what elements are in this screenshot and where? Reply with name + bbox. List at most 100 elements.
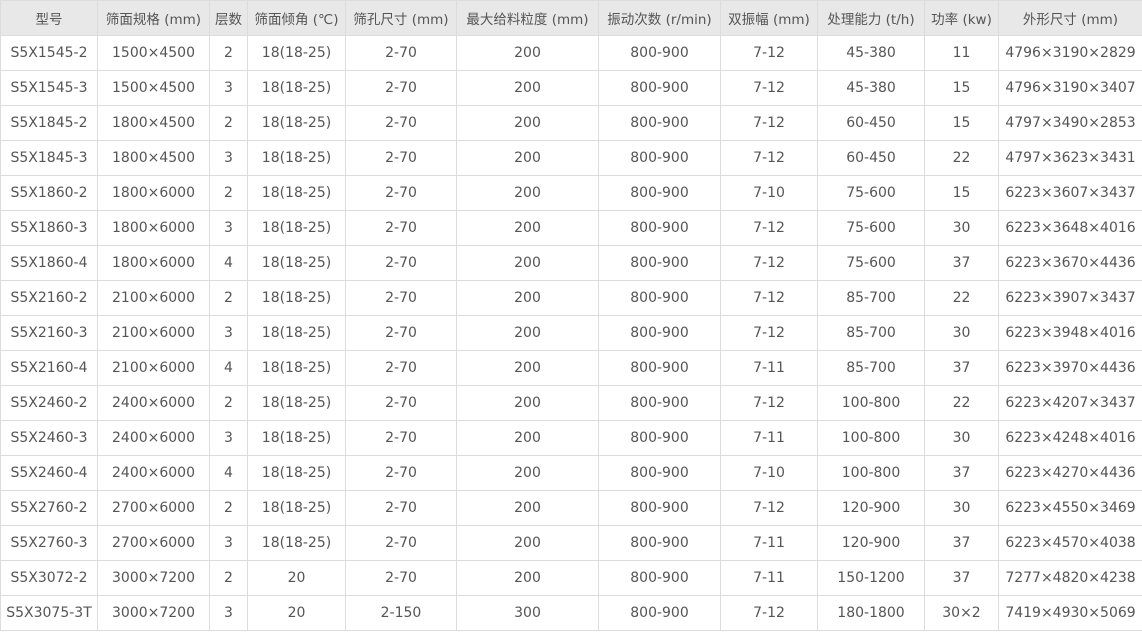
table-cell: 2700×6000 [97, 525, 210, 561]
table-cell: 7-12 [720, 140, 818, 176]
table-cell: 75-600 [817, 245, 925, 281]
table-cell: 120-900 [817, 490, 925, 526]
table-cell: 1800×4500 [97, 140, 210, 176]
table-cell: 7-12 [720, 315, 818, 351]
table-cell: 4796×3190×2829 [998, 35, 1142, 71]
table-cell: 37 [924, 350, 999, 386]
table-cell: 20 [247, 560, 346, 596]
table-cell: 4 [209, 455, 248, 491]
table-cell: 22 [924, 140, 999, 176]
table-cell: 4797×3623×3431 [998, 140, 1142, 176]
table-cell: 2400×6000 [97, 455, 210, 491]
table-row: S5X1845-3 1800×4500 3 18(18-25) 2-70 200 800-9… [0, 140, 1142, 176]
table-cell: 1800×6000 [97, 210, 210, 246]
table-cell: 30 [924, 210, 999, 246]
table-cell: 3000×7200 [97, 560, 210, 596]
table-cell: 7-11 [720, 525, 818, 561]
table-cell: 7-10 [720, 175, 818, 211]
table-cell: 1800×6000 [97, 245, 210, 281]
table-cell: 200 [456, 385, 599, 421]
table-cell: 200 [456, 105, 599, 141]
table-cell: 800-900 [598, 210, 721, 246]
table-cell: 2 [209, 35, 248, 71]
table-cell: 6223×3607×3437 [998, 175, 1142, 211]
column-header: 功率 (kw) [924, 0, 999, 36]
table-cell: 37 [924, 455, 999, 491]
table-cell: 2 [209, 560, 248, 596]
table-row: S5X1860-4 1800×6000 4 18(18-25) 2-70 200 800-9… [0, 245, 1142, 281]
table-cell: 800-900 [598, 245, 721, 281]
table-cell: 18(18-25) [247, 35, 346, 71]
table-cell: 2-70 [345, 210, 457, 246]
table-cell: S5X2760-3 [0, 525, 98, 561]
table-cell: 200 [456, 315, 599, 351]
table-cell: 3000×7200 [97, 595, 210, 631]
table-cell: 800-900 [598, 455, 721, 491]
table-cell: S5X1545-3 [0, 70, 98, 106]
table-cell: S5X3075-3T [0, 595, 98, 631]
table-cell: 200 [456, 560, 599, 596]
table-cell: 800-900 [598, 490, 721, 526]
table-cell: 7-12 [720, 385, 818, 421]
table-cell: 18(18-25) [247, 105, 346, 141]
table-cell: 100-800 [817, 455, 925, 491]
table-cell: 7-12 [720, 280, 818, 316]
table-cell: 7-11 [720, 350, 818, 386]
table-cell: 18(18-25) [247, 175, 346, 211]
table-cell: 18(18-25) [247, 280, 346, 316]
table-cell: 800-900 [598, 140, 721, 176]
table-cell: 2100×6000 [97, 350, 210, 386]
table-row: S5X2460-3 2400×6000 3 18(18-25) 2-70 200 800-9… [0, 420, 1142, 456]
table-cell: 6223×3907×3437 [998, 280, 1142, 316]
table-row: S5X3075-3T 3000×7200 3 20 2-150 300 800-900 7-1… [0, 595, 1142, 631]
table-cell: S5X2160-2 [0, 280, 98, 316]
table-cell: 200 [456, 175, 599, 211]
table-row: S5X2160-2 2100×6000 2 18(18-25) 2-70 200 800-9… [0, 280, 1142, 316]
table-cell: S5X1845-3 [0, 140, 98, 176]
table-cell: 2100×6000 [97, 280, 210, 316]
table-cell: 1800×6000 [97, 175, 210, 211]
table-cell: S5X3072-2 [0, 560, 98, 596]
table-cell: 150-1200 [817, 560, 925, 596]
table-cell: 1800×4500 [97, 105, 210, 141]
table-cell: 2-70 [345, 350, 457, 386]
table-cell: 7-12 [720, 70, 818, 106]
table-cell: 2 [209, 280, 248, 316]
table-cell: 800-900 [598, 560, 721, 596]
table-cell: 3 [209, 595, 248, 631]
table-header-row: 型号 筛面规格 (mm) 层数 筛面倾角 (℃) 筛孔尺寸 (mm) 最大给料粒度 (mm… [0, 0, 1142, 36]
table-cell: 2-70 [345, 35, 457, 71]
table-cell: 200 [456, 210, 599, 246]
table-cell: 6223×4570×4038 [998, 525, 1142, 561]
table-cell: S5X1545-2 [0, 35, 98, 71]
table-cell: 2-70 [345, 560, 457, 596]
table-cell: 30 [924, 315, 999, 351]
table-cell: 200 [456, 455, 599, 491]
table-cell: S5X2460-3 [0, 420, 98, 456]
table-row: S5X1860-2 1800×6000 2 18(18-25) 2-70 200 800-9… [0, 175, 1142, 211]
table-cell: 18(18-25) [247, 385, 346, 421]
table-row: S5X3072-2 3000×7200 2 20 2-70 200 800-900 7-11 1… [0, 560, 1142, 596]
table-cell: 7-12 [720, 35, 818, 71]
table-cell: 37 [924, 560, 999, 596]
table-cell: 6223×4270×4436 [998, 455, 1142, 491]
table-cell: 2100×6000 [97, 315, 210, 351]
table-cell: 2 [209, 105, 248, 141]
table-cell: 2-70 [345, 525, 457, 561]
table-cell: 7277×4820×4238 [998, 560, 1142, 596]
table-cell: 18(18-25) [247, 140, 346, 176]
table-cell: 2-150 [345, 595, 457, 631]
table-cell: 75-600 [817, 210, 925, 246]
table-row: S5X1845-2 1800×4500 2 18(18-25) 2-70 200 800-9… [0, 105, 1142, 141]
column-header: 外形尺寸 (mm) [998, 0, 1142, 36]
table-cell: 200 [456, 490, 599, 526]
table-cell: 2700×6000 [97, 490, 210, 526]
table-row: S5X2160-3 2100×6000 3 18(18-25) 2-70 200 800-9… [0, 315, 1142, 351]
table-cell: 2-70 [345, 140, 457, 176]
table-cell: 18(18-25) [247, 525, 346, 561]
table-cell: 800-900 [598, 385, 721, 421]
table-cell: 200 [456, 420, 599, 456]
table-row: S5X1545-2 1500×4500 2 18(18-25) 2-70 200 800-9… [0, 35, 1142, 71]
table-cell: 6223×4550×3469 [998, 490, 1142, 526]
spec-table: 型号 筛面规格 (mm) 层数 筛面倾角 (℃) 筛孔尺寸 (mm) 最大给料粒度 (mm… [0, 0, 1142, 631]
